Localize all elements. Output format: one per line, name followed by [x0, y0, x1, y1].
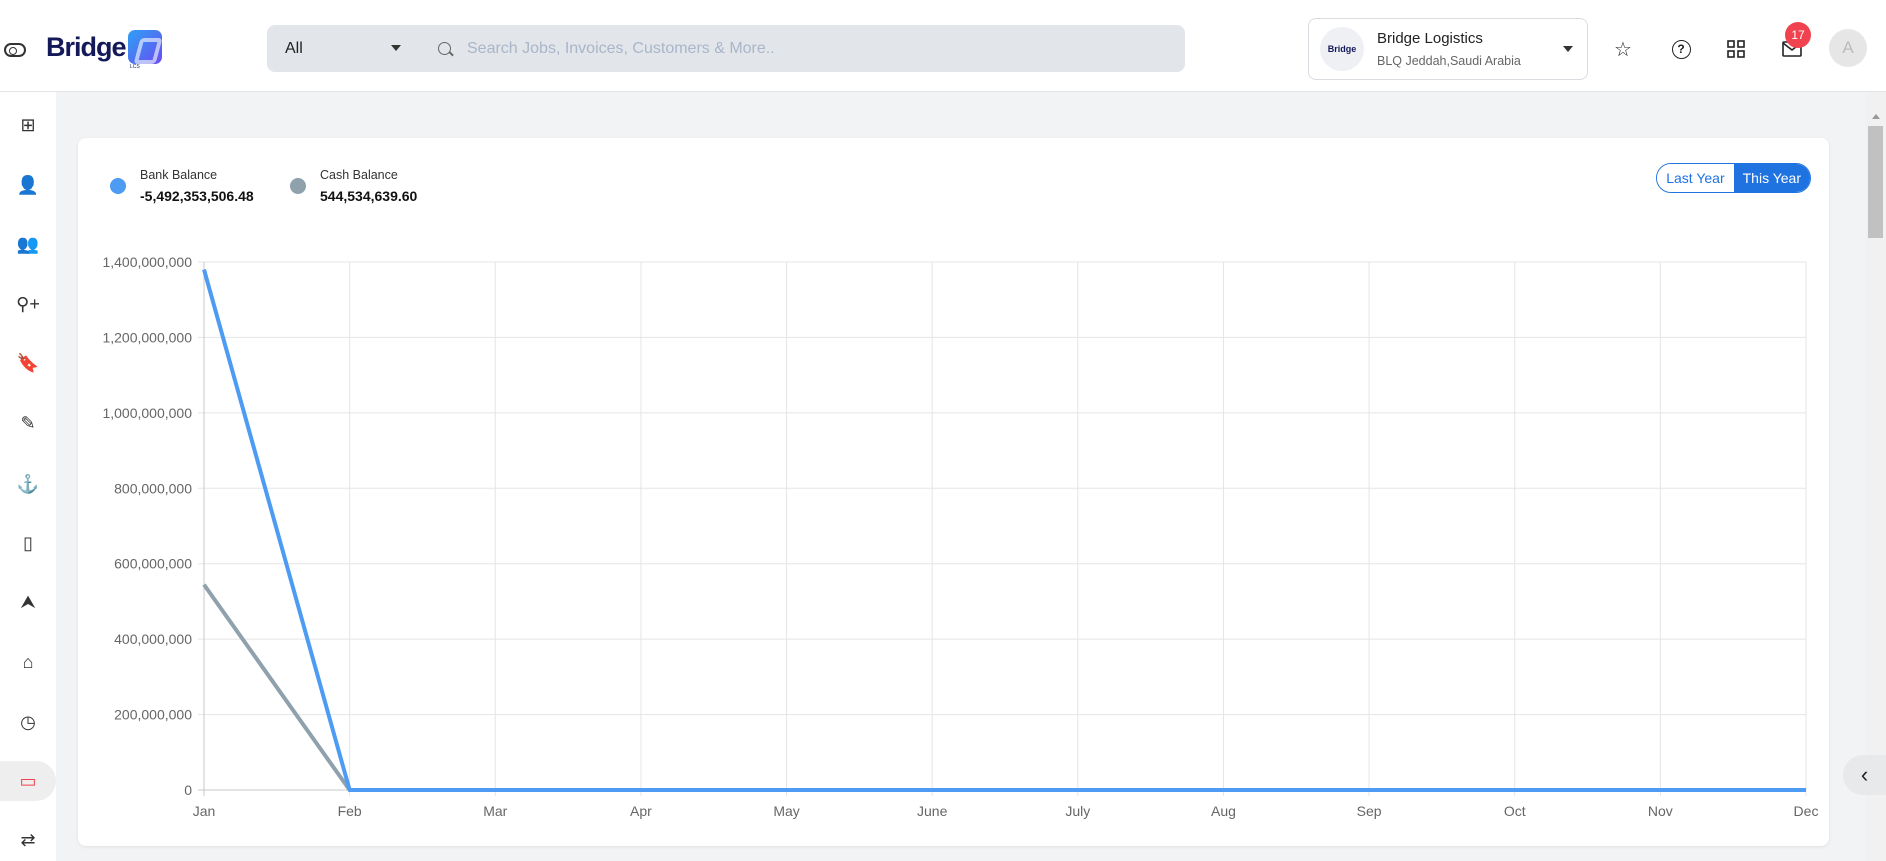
transfer-icon: ⇄	[20, 829, 36, 850]
scroll-up-icon[interactable]	[1872, 114, 1880, 119]
sidebar-item-transfer[interactable]: ⇄	[0, 820, 56, 860]
y-tick-label: 1,400,000,000	[102, 254, 192, 270]
search-bar	[421, 25, 1185, 72]
sidebar-item-bar-chart[interactable]: ▯	[0, 523, 56, 563]
company-logo: Bridge	[1320, 27, 1364, 71]
x-tick-label: Dec	[1794, 803, 1819, 819]
x-tick-label: June	[917, 803, 948, 819]
bookmark-icon: 🔖	[16, 352, 40, 373]
y-tick-label: 200,000,000	[114, 707, 192, 723]
top-header: Bridge LCS All Bridge Bridge Logistics B…	[0, 0, 1886, 92]
y-tick-label: 600,000,000	[114, 556, 192, 572]
x-tick-label: Mar	[483, 803, 507, 819]
edit-icon: ✎	[20, 412, 36, 433]
sidebar-item-anchor[interactable]: ⚓	[0, 464, 56, 504]
x-tick-label: Feb	[338, 803, 362, 819]
apps-grid-icon[interactable]	[1725, 38, 1747, 60]
scrollbar-thumb[interactable]	[1868, 126, 1883, 238]
collapse-panel-button[interactable]: ‹	[1843, 755, 1886, 795]
caret-down-icon	[391, 45, 401, 51]
chevron-left-icon: ‹	[1860, 762, 1869, 787]
x-tick-label: May	[773, 803, 799, 819]
sidebar-item-edit[interactable]: ✎	[0, 403, 56, 443]
anchor-icon: ⚓	[16, 473, 40, 494]
scrollbar[interactable]	[1866, 92, 1886, 861]
balance-line-chart: 0 200,000,000 400,000,000 600,000,000 800,00…	[102, 254, 1819, 819]
company-selector[interactable]: Bridge Bridge Logistics BLQ Jeddah,Saudi…	[1308, 18, 1588, 80]
x-tick-label: Jan	[193, 803, 216, 819]
sidebar-item-users[interactable]: 👥	[0, 224, 56, 264]
x-tick-label: Nov	[1648, 803, 1673, 819]
sidebar-item-user[interactable]: 👤	[0, 165, 56, 205]
y-tick-label: 0	[184, 782, 192, 798]
tag-icon: ⌂	[22, 651, 34, 672]
dashboard-icon: ⊞	[20, 114, 36, 135]
x-tick-label: July	[1065, 803, 1090, 819]
sidebar-item-tag[interactable]: ⌂	[0, 642, 56, 682]
bar-chart-icon: ▯	[23, 532, 33, 553]
sidebar-item-bookmark[interactable]: 🔖	[0, 343, 56, 383]
sidebar: ⊞ 👤 👥 ⚲+ 🔖 ✎ ⚓ ▯ ⮝ ⌂ ◷ ▭ ⇄	[0, 92, 56, 861]
series-line-cash-balance	[202, 583, 1806, 792]
series-line-bank-balance	[202, 269, 1806, 792]
users-icon: 👥	[16, 233, 40, 254]
sidebar-item-clock[interactable]: ◷	[0, 702, 56, 742]
y-tick-label: 1,000,000,000	[102, 405, 192, 421]
sidebar-toggle-icon[interactable]	[4, 43, 26, 57]
x-tick-label: Aug	[1211, 803, 1236, 819]
x-tick-label: Oct	[1504, 803, 1526, 819]
x-tick-label: Sep	[1357, 803, 1382, 819]
search-icon	[438, 42, 451, 55]
search-input[interactable]	[467, 39, 1117, 58]
caret-down-icon	[1563, 46, 1573, 52]
company-name: Bridge Logistics	[1377, 30, 1483, 47]
avatar[interactable]: A	[1829, 29, 1867, 67]
y-tick-label: 400,000,000	[114, 631, 192, 647]
help-icon[interactable]: ?	[1670, 38, 1692, 60]
y-tick-label: 1,200,000,000	[102, 329, 192, 345]
search-scope-dropdown[interactable]: All	[267, 25, 427, 72]
y-tick-label: 800,000,000	[114, 480, 192, 496]
company-location: BLQ Jeddah,Saudi Arabia	[1377, 54, 1521, 68]
sidebar-item-user-add[interactable]: ⚲+	[0, 284, 56, 324]
balance-chart-card: Bank Balance -5,492,353,506.48 Cash Bala…	[78, 138, 1829, 846]
logo[interactable]: Bridge LCS	[46, 30, 162, 70]
credit-card-icon: ▭	[19, 770, 37, 791]
navigation-icon: ⮝	[20, 591, 36, 612]
user-add-icon: ⚲+	[16, 293, 40, 314]
clock-icon: ◷	[20, 711, 36, 732]
user-icon: 👤	[16, 174, 40, 195]
star-icon[interactable]: ☆	[1612, 38, 1634, 61]
notification-badge: 17	[1785, 22, 1811, 48]
x-tick-label: Apr	[630, 803, 652, 819]
sidebar-item-navigation[interactable]: ⮝	[0, 582, 56, 622]
sidebar-item-dashboard[interactable]: ⊞	[0, 105, 56, 145]
logo-mark-icon	[127, 30, 162, 64]
sidebar-item-credit-card[interactable]: ▭	[0, 761, 56, 801]
